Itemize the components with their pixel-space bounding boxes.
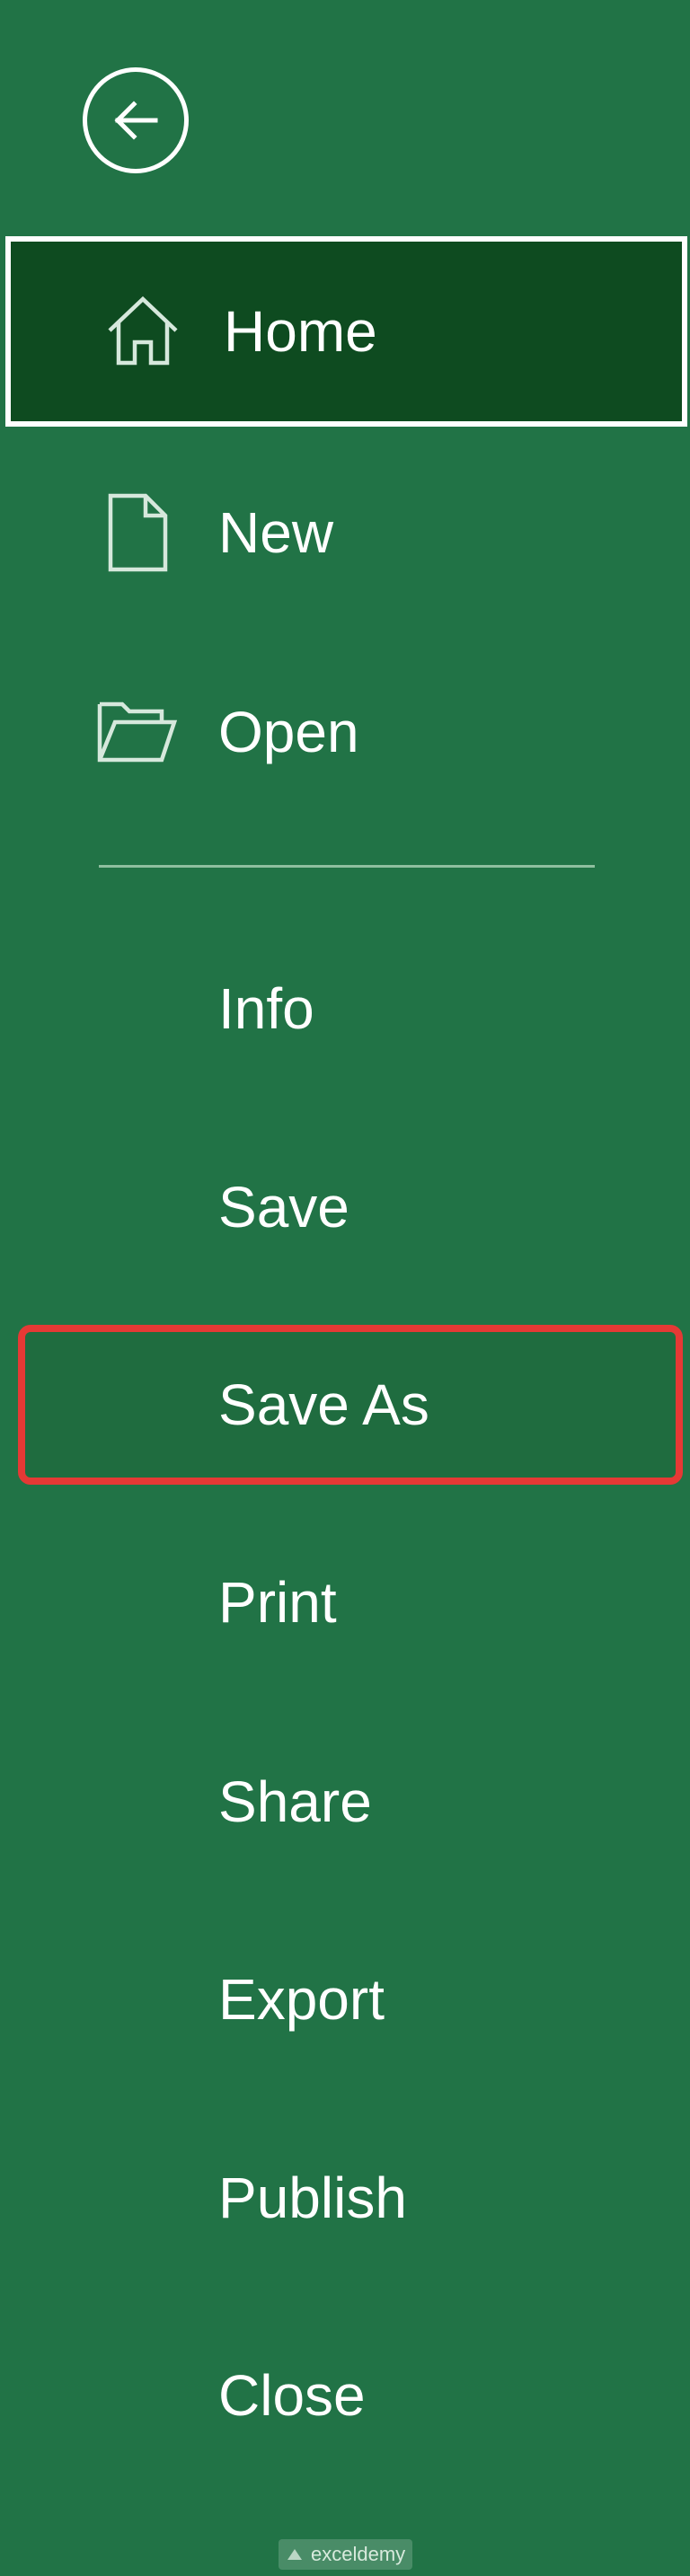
- menu-item-label: Open: [218, 700, 359, 764]
- new-document-icon: [97, 492, 178, 573]
- menu-item-label: Home: [224, 299, 377, 364]
- watermark-text: exceldemy: [311, 2543, 406, 2565]
- watermark: exceldemy: [279, 2539, 413, 2570]
- menu-item-label: Close: [218, 2363, 366, 2428]
- menu-item-save[interactable]: Save: [0, 1112, 690, 1302]
- menu-item-label: Save: [218, 1175, 349, 1239]
- menu-item-label: Export: [218, 1967, 385, 2032]
- menu-item-label: Info: [218, 976, 314, 1041]
- open-folder-icon: [97, 692, 178, 772]
- menu-item-save-as[interactable]: Save As: [18, 1325, 683, 1485]
- back-button[interactable]: [83, 67, 189, 173]
- menu-item-open[interactable]: Open: [0, 637, 690, 827]
- menu-item-export[interactable]: Export: [0, 1904, 690, 2095]
- menu-item-close[interactable]: Close: [0, 2300, 690, 2491]
- menu-item-label: Publish: [218, 2166, 407, 2230]
- menu-item-label: Print: [218, 1570, 337, 1635]
- menu-item-share[interactable]: Share: [0, 1707, 690, 1897]
- menu-item-print[interactable]: Print: [0, 1507, 690, 1698]
- menu-divider: [99, 865, 595, 868]
- watermark-logo-icon: [288, 2549, 302, 2560]
- home-icon: [102, 291, 183, 372]
- menu-item-new[interactable]: New: [0, 437, 690, 628]
- menu-item-publish[interactable]: Publish: [0, 2103, 690, 2293]
- menu-item-label: Save As: [218, 1372, 429, 1437]
- back-arrow-icon: [114, 101, 158, 140]
- menu-item-home[interactable]: Home: [5, 236, 687, 427]
- menu-item-label: Share: [218, 1769, 372, 1834]
- menu-item-label: New: [218, 500, 334, 565]
- menu-item-info[interactable]: Info: [0, 913, 690, 1104]
